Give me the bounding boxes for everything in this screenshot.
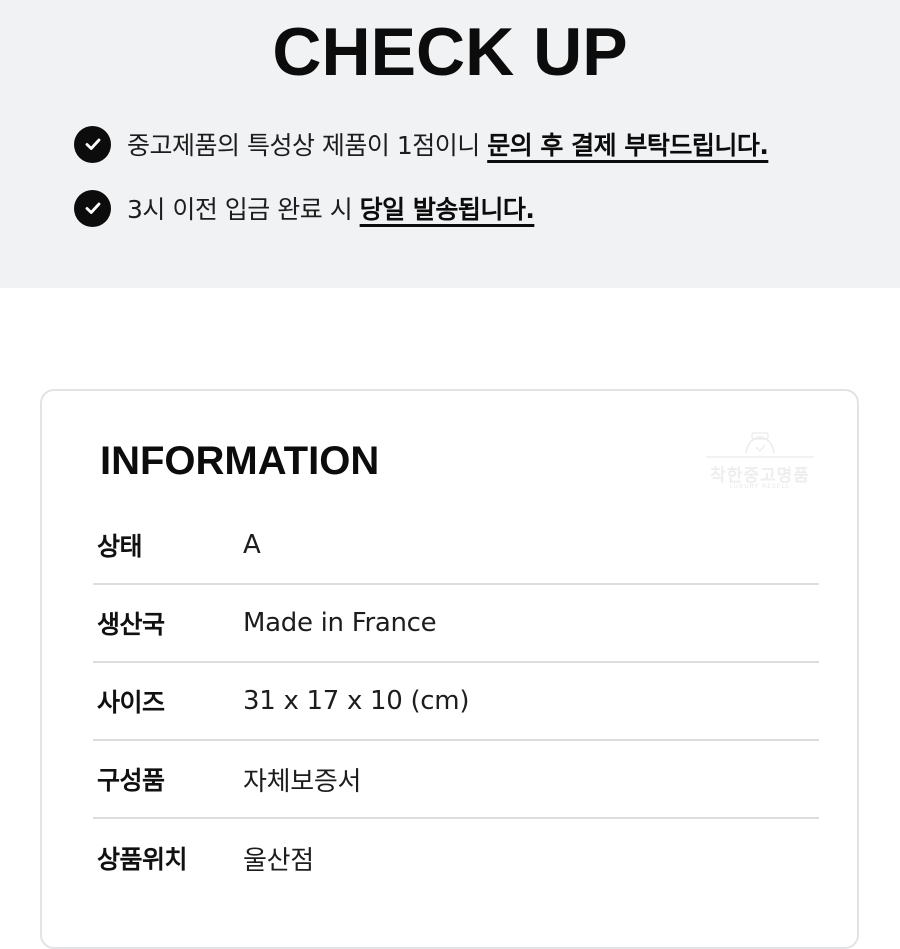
info-table: 상태 A 생산국 Made in France 사이즈 31 x 17 x 10… [93, 507, 819, 897]
info-row-condition: 상태 A [93, 507, 819, 585]
notice-emphasis: 문의 후 결제 부탁드립니다. [487, 131, 769, 160]
notice-item: 3시 이전 입금 완료 시 당일 발송됩니다. [74, 188, 535, 228]
info-value: 31 x 17 x 10 (cm) [243, 686, 470, 716]
info-value: Made in France [243, 608, 437, 638]
notice-emphasis: 당일 발송됩니다. [359, 195, 535, 224]
info-value: 울산점 [243, 845, 314, 876]
info-label: 생산국 [97, 610, 165, 639]
info-row-origin: 생산국 Made in France [93, 585, 819, 663]
info-value: 자체보증서 [243, 766, 362, 797]
notice-item: 중고제품의 특성상 제품이 1점이니 문의 후 결제 부탁드립니다. [74, 124, 769, 164]
info-row-size: 사이즈 31 x 17 x 10 (cm) [93, 663, 819, 741]
checkup-title: CHECK UP [272, 14, 628, 90]
info-value: A [243, 530, 261, 560]
check-circle-icon [74, 125, 111, 163]
notice-plain: 3시 이전 입금 완료 시 [127, 195, 360, 224]
info-label: 사이즈 [97, 688, 165, 717]
information-title: INFORMATION [100, 439, 380, 483]
watermark-logo: 착한중고명품 LUXURY RESELL [700, 431, 820, 495]
info-label: 상태 [97, 532, 143, 561]
notice-text: 중고제품의 특성상 제품이 1점이니 문의 후 결제 부탁드립니다. [127, 126, 769, 162]
watermark-subtext: LUXURY RESELL [729, 483, 791, 490]
info-label: 상품위치 [97, 845, 188, 874]
notice-text: 3시 이전 입금 완료 시 당일 발송됩니다. [127, 190, 535, 226]
info-row-components: 구성품 자체보증서 [93, 741, 819, 819]
info-label: 구성품 [97, 766, 165, 795]
information-card: INFORMATION 착한중고명품 LUXURY RESELL 상태 A 생산… [40, 389, 859, 949]
check-circle-icon [74, 189, 111, 227]
checkup-section: CHECK UP 중고제품의 특성상 제품이 1점이니 문의 후 결제 부탁드립… [0, 0, 900, 288]
info-row-location: 상품위치 울산점 [93, 819, 819, 897]
notice-plain: 중고제품의 특성상 제품이 1점이니 [127, 131, 488, 160]
